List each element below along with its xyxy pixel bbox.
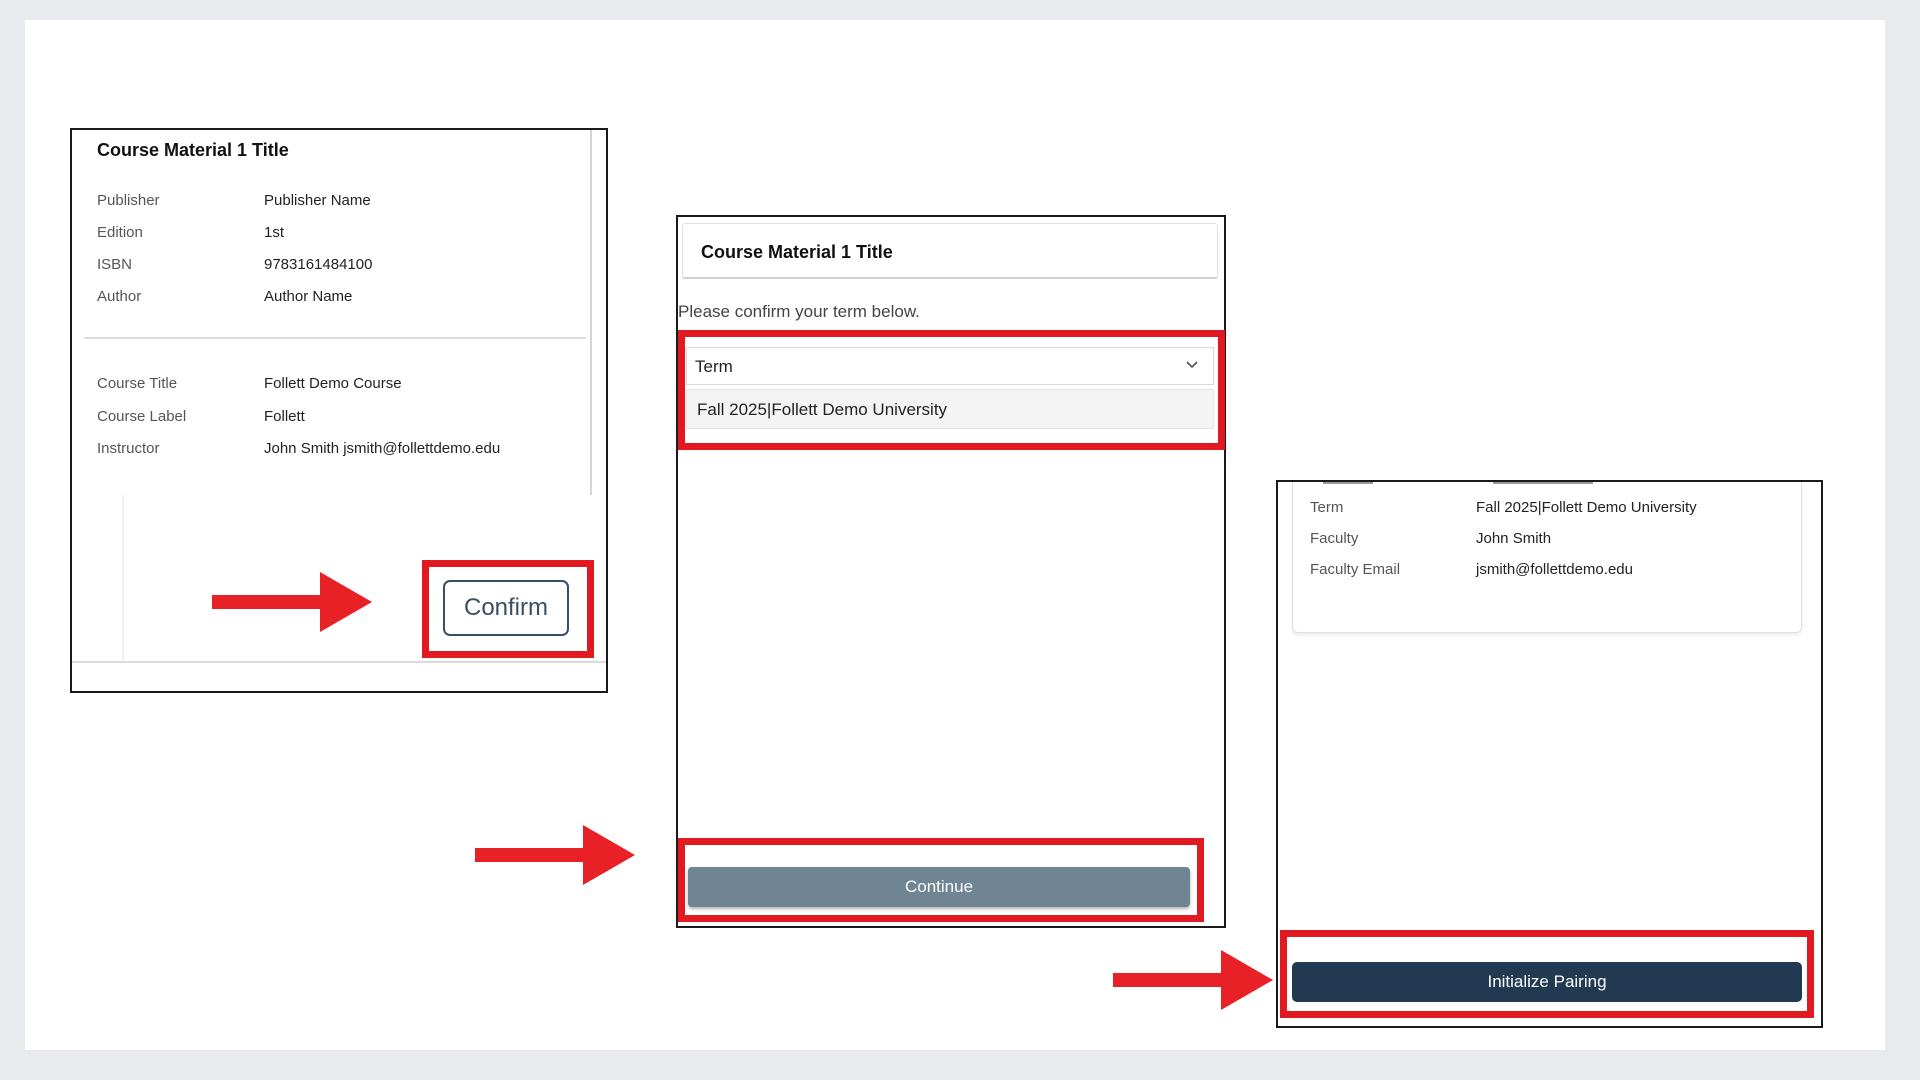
course-label: Course Label	[97, 408, 187, 425]
course-label: Instructor	[97, 440, 160, 457]
detail-value: Author Name	[264, 288, 353, 305]
course-value: John Smith jsmith@follettdemo.edu	[264, 440, 501, 457]
confirm-highlight-box	[422, 560, 594, 658]
term-panel-title: Course Material 1 Title	[701, 242, 893, 262]
detail-value: 1st	[264, 224, 285, 241]
clipped-text-fragment	[1323, 482, 1373, 484]
detail-label: Author	[97, 288, 142, 305]
arrow-right-icon	[1113, 950, 1273, 1010]
pairing-value: John Smith	[1476, 530, 1552, 547]
faint-divider	[122, 495, 124, 660]
pairing-value: Fall 2025|Follett Demo University	[1476, 499, 1697, 516]
arrow-right-icon	[475, 825, 635, 885]
detail-label: Edition	[97, 224, 143, 241]
pairing-label: Faculty	[1310, 530, 1359, 547]
section-divider	[84, 337, 586, 339]
pairing-value: jsmith@follettdemo.edu	[1476, 561, 1633, 578]
panel-bottom-divider	[72, 661, 606, 663]
course-value: Follett	[264, 408, 305, 425]
detail-label: ISBN	[97, 256, 133, 273]
term-selection-panel: Course Material 1 Title Please confirm y…	[676, 215, 1226, 928]
continue-highlight-box	[678, 838, 1204, 922]
course-label: Course Title	[97, 375, 178, 392]
detail-value: Publisher Name	[264, 192, 371, 209]
material-title: Course Material 1 Title	[97, 140, 289, 160]
course-value: Follett Demo Course	[264, 375, 402, 392]
clipped-text-fragment	[1493, 482, 1593, 484]
pairing-label: Term	[1310, 499, 1344, 516]
detail-label: Publisher	[97, 192, 160, 209]
arrow-right-icon	[212, 572, 372, 632]
pairing-label: Faculty Email	[1310, 561, 1401, 578]
term-highlight-box	[678, 330, 1225, 450]
detail-value: 9783161484100	[264, 256, 373, 273]
term-prompt: Please confirm your term below.	[678, 302, 920, 321]
term-panel-header: Course Material 1 Title	[682, 223, 1218, 279]
panel-right-border	[590, 130, 592, 495]
pairing-highlight-box	[1280, 930, 1814, 1018]
